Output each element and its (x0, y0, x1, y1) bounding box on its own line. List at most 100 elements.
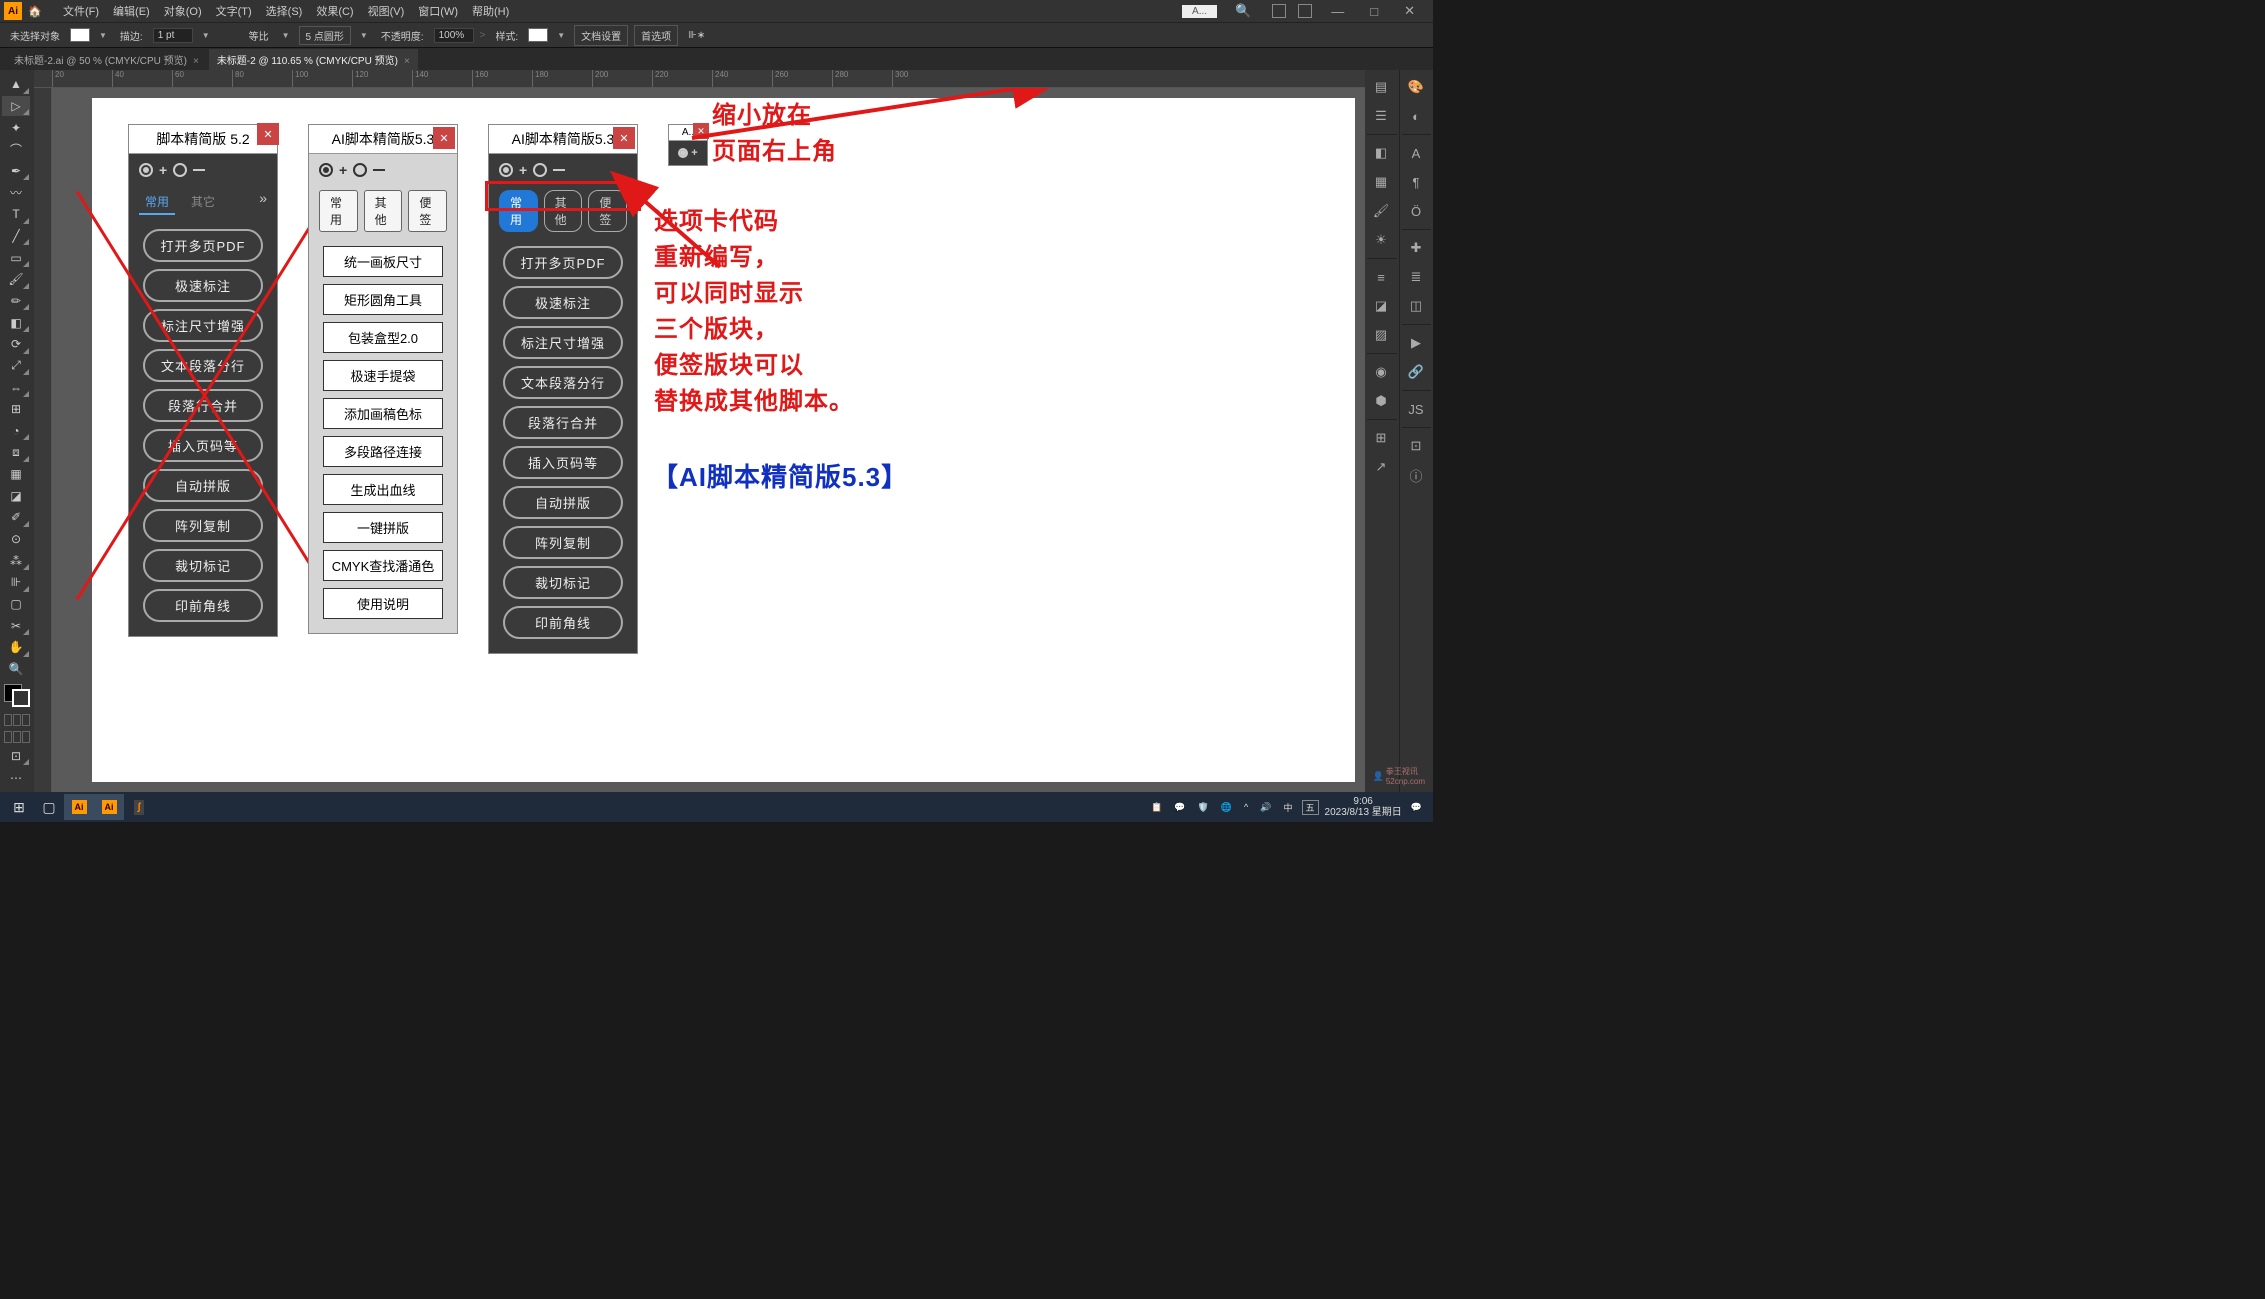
screen-mode-tool[interactable]: ⊡ (2, 746, 30, 767)
menu-type[interactable]: 文字(T) (209, 3, 259, 19)
magic-wand-tool[interactable]: ✦ (2, 117, 30, 138)
mesh-tool[interactable]: ▦ (2, 464, 30, 485)
radio-filled-icon[interactable] (499, 163, 513, 177)
free-transform-tool[interactable]: ⊞ (2, 399, 30, 420)
script-button[interactable]: 打开多页PDF (143, 229, 263, 262)
menu-help[interactable]: 帮助(H) (465, 3, 516, 19)
symbols-panel-icon[interactable]: ☀ (1367, 227, 1395, 253)
plus-icon[interactable]: + (691, 147, 697, 159)
info-panel-icon[interactable]: ⓘ (1402, 462, 1430, 488)
graph-tool[interactable]: ⊪ (2, 572, 30, 593)
script-button[interactable]: 印前角线 (143, 589, 263, 622)
doc-tab-1[interactable]: 未标题-2.ai @ 50 % (CMYK/CPU 预览)× (6, 49, 207, 70)
edit-toolbar[interactable]: ⋯ (2, 767, 30, 788)
script-button[interactable]: 插入页码等 (503, 446, 623, 479)
tray-icon[interactable]: 🛡️ (1195, 802, 1212, 813)
radio-filled-icon[interactable] (678, 148, 688, 158)
asset-export-icon[interactable]: ↗ (1367, 454, 1395, 480)
draw-mode-row[interactable] (2, 729, 32, 745)
search-icon[interactable]: 🔍 (1235, 3, 1251, 19)
script-button[interactable]: 打开多页PDF (503, 246, 623, 279)
script-button[interactable]: 文本段落分行 (143, 349, 263, 382)
radio-empty-icon[interactable] (533, 163, 547, 177)
fill-stroke-swatch[interactable] (4, 684, 30, 706)
script-button[interactable]: 自动拼版 (503, 486, 623, 519)
navigator-panel-icon[interactable]: ⊡ (1402, 433, 1430, 459)
script-button[interactable]: 使用说明 (323, 588, 443, 619)
maximize-button[interactable]: □ (1360, 4, 1388, 19)
task-ai-1[interactable]: Ai (64, 794, 94, 820)
tray-expand-icon[interactable]: ^ (1241, 802, 1251, 812)
opentype-panel-icon[interactable]: Ӧ (1402, 198, 1430, 224)
close-button[interactable]: ✕ (1394, 3, 1425, 19)
character-panel-icon[interactable]: A (1402, 140, 1430, 166)
script-button[interactable]: 印前角线 (503, 606, 623, 639)
pen-tool[interactable]: ✒ (2, 161, 30, 182)
shaper-tool[interactable]: ✏ (2, 291, 30, 312)
minus-icon[interactable] (553, 169, 565, 171)
plus-icon[interactable]: + (159, 162, 167, 178)
graphic-styles-icon[interactable]: ⬢ (1367, 388, 1395, 414)
doc-tab-2[interactable]: 未标题-2 @ 110.65 % (CMYK/CPU 预览)× (209, 49, 418, 70)
start-button[interactable]: ⊞ (4, 794, 34, 820)
script-button[interactable]: CMYK查找潘通色 (323, 550, 443, 581)
eyedropper-tool[interactable]: ✐ (2, 507, 30, 528)
script-button[interactable]: 标注尺寸增强 (503, 326, 623, 359)
align-icon[interactable]: ⊪∗ (684, 30, 709, 41)
tray-icon[interactable]: 📋 (1148, 802, 1165, 813)
home-icon[interactable]: 🏠 (28, 5, 46, 18)
links-panel-icon[interactable]: 🔗 (1402, 359, 1430, 385)
radio-filled-icon[interactable] (319, 163, 333, 177)
minus-icon[interactable] (373, 169, 385, 171)
menu-select[interactable]: 选择(S) (259, 3, 310, 19)
line-tool[interactable]: ╱ (2, 226, 30, 247)
brush-preset[interactable]: 5 点圆形 (299, 26, 351, 45)
stroke-panel-icon[interactable]: ≡ (1367, 264, 1395, 290)
fill-swatch[interactable] (70, 28, 90, 42)
color-panel-icon[interactable]: 🎨 (1402, 74, 1430, 100)
paragraph-panel-icon[interactable]: ¶ (1402, 169, 1430, 195)
script-button[interactable]: 矩形圆角工具 (323, 284, 443, 315)
menu-file[interactable]: 文件(F) (56, 3, 106, 19)
arrange-icon[interactable] (1298, 4, 1312, 18)
slice-tool[interactable]: ✂ (2, 615, 30, 636)
mini-panel-indicator[interactable]: A... (1182, 5, 1217, 18)
expand-icon[interactable]: » (259, 190, 267, 215)
width-tool[interactable]: ⇔ (2, 377, 30, 398)
close-icon[interactable]: ✕ (433, 127, 455, 149)
script-button[interactable]: 段落行合并 (503, 406, 623, 439)
script-button[interactable]: 阵列复制 (503, 526, 623, 559)
script-button[interactable]: 极速标注 (503, 286, 623, 319)
swatches-panel-icon[interactable]: ▦ (1367, 169, 1395, 195)
workspace-icon[interactable] (1272, 4, 1286, 18)
taskview-button[interactable]: ▢ (34, 794, 64, 820)
close-icon[interactable]: × (193, 56, 199, 67)
eraser-tool[interactable]: ◧ (2, 312, 30, 333)
script-button[interactable]: 自动拼版 (143, 469, 263, 502)
tab-common[interactable]: 常用 (319, 190, 358, 232)
align-panel-icon[interactable]: ≣ (1402, 264, 1430, 290)
paintbrush-tool[interactable]: 🖌 (2, 269, 30, 290)
task-app[interactable]: ʃ (124, 794, 154, 820)
tray-icon[interactable]: 💬 (1171, 802, 1188, 813)
tray-icon[interactable]: 🌐 (1218, 802, 1235, 813)
minus-icon[interactable] (193, 169, 205, 171)
script-button[interactable]: 添加画稿色标 (323, 398, 443, 429)
tab-common[interactable]: 常用 (139, 190, 175, 215)
tab-notes[interactable]: 便签 (408, 190, 447, 232)
script-button[interactable]: 插入页码等 (143, 429, 263, 462)
pathfinder-panel-icon[interactable]: ◫ (1402, 293, 1430, 319)
gradient-tool[interactable]: ◪ (2, 485, 30, 506)
type-tool[interactable]: T (2, 204, 30, 225)
hand-tool[interactable]: ✋ (2, 637, 30, 658)
task-ai-2[interactable]: Ai (94, 794, 124, 820)
color-mode-row[interactable] (2, 712, 32, 728)
radio-empty-icon[interactable] (173, 163, 187, 177)
properties-panel-icon[interactable]: ▤ (1367, 74, 1395, 100)
close-icon[interactable]: ✕ (257, 123, 279, 145)
script-button[interactable]: 标注尺寸增强 (143, 309, 263, 342)
tray-sound-icon[interactable]: 🔊 (1257, 802, 1274, 813)
layers-panel-icon[interactable]: ☰ (1367, 103, 1395, 129)
direct-selection-tool[interactable]: ▷ (2, 96, 30, 117)
perspective-tool[interactable]: ⧈ (2, 442, 30, 463)
